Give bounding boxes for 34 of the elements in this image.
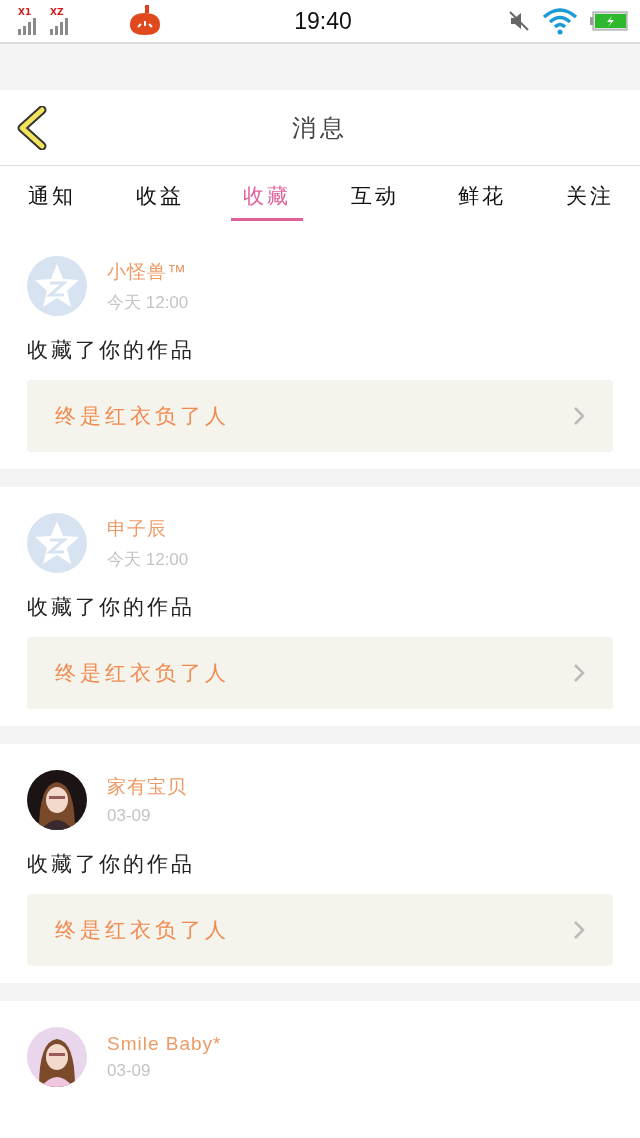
clock-text: 19:40 bbox=[294, 7, 352, 35]
back-icon[interactable] bbox=[16, 106, 48, 150]
tab[interactable]: 关注 bbox=[553, 175, 626, 221]
message-time: 03-09 bbox=[107, 806, 152, 826]
sim-label: X1 bbox=[18, 7, 32, 17]
user-name[interactable]: 小怪兽™ bbox=[107, 258, 189, 285]
battery-icon bbox=[590, 10, 628, 32]
message-text: 收藏了你的作品 bbox=[27, 594, 196, 621]
message-text: 收藏了你的作品 bbox=[27, 337, 196, 364]
tab[interactable]: 收益 bbox=[123, 175, 196, 221]
default-avatar-icon bbox=[27, 513, 87, 573]
message-time: 今天 12:00 bbox=[107, 548, 189, 571]
chevron-right-icon bbox=[573, 663, 585, 683]
tab[interactable]: 通知 bbox=[16, 175, 88, 221]
tab[interactable]: 互动 bbox=[338, 175, 411, 221]
user-name[interactable]: Smile Baby* bbox=[107, 1033, 222, 1055]
message-time: 03-09 bbox=[107, 1061, 152, 1081]
work-link[interactable]: 终是红衣负了人 bbox=[27, 894, 613, 966]
default-avatar-icon bbox=[27, 256, 87, 316]
sim-label: XZ bbox=[50, 7, 64, 17]
user-name[interactable]: 申子辰 bbox=[107, 515, 189, 542]
wifi-icon bbox=[542, 7, 578, 35]
work-link[interactable]: 终是红衣负了人 bbox=[27, 637, 613, 709]
message-time: 今天 12:00 bbox=[107, 291, 189, 314]
user-name[interactable]: 家有宝贝 bbox=[107, 774, 187, 800]
chevron-right-icon bbox=[573, 920, 585, 940]
tab[interactable]: 鲜花 bbox=[446, 175, 519, 221]
work-link[interactable]: 终是红衣负了人 bbox=[27, 380, 613, 452]
message-text: 收藏了你的作品 bbox=[27, 851, 196, 878]
tab[interactable]: 收藏 bbox=[231, 175, 304, 221]
chevron-right-icon bbox=[573, 406, 585, 426]
page-title: 消息 bbox=[292, 112, 348, 144]
app-icon bbox=[128, 5, 162, 37]
mute-icon bbox=[508, 10, 530, 32]
